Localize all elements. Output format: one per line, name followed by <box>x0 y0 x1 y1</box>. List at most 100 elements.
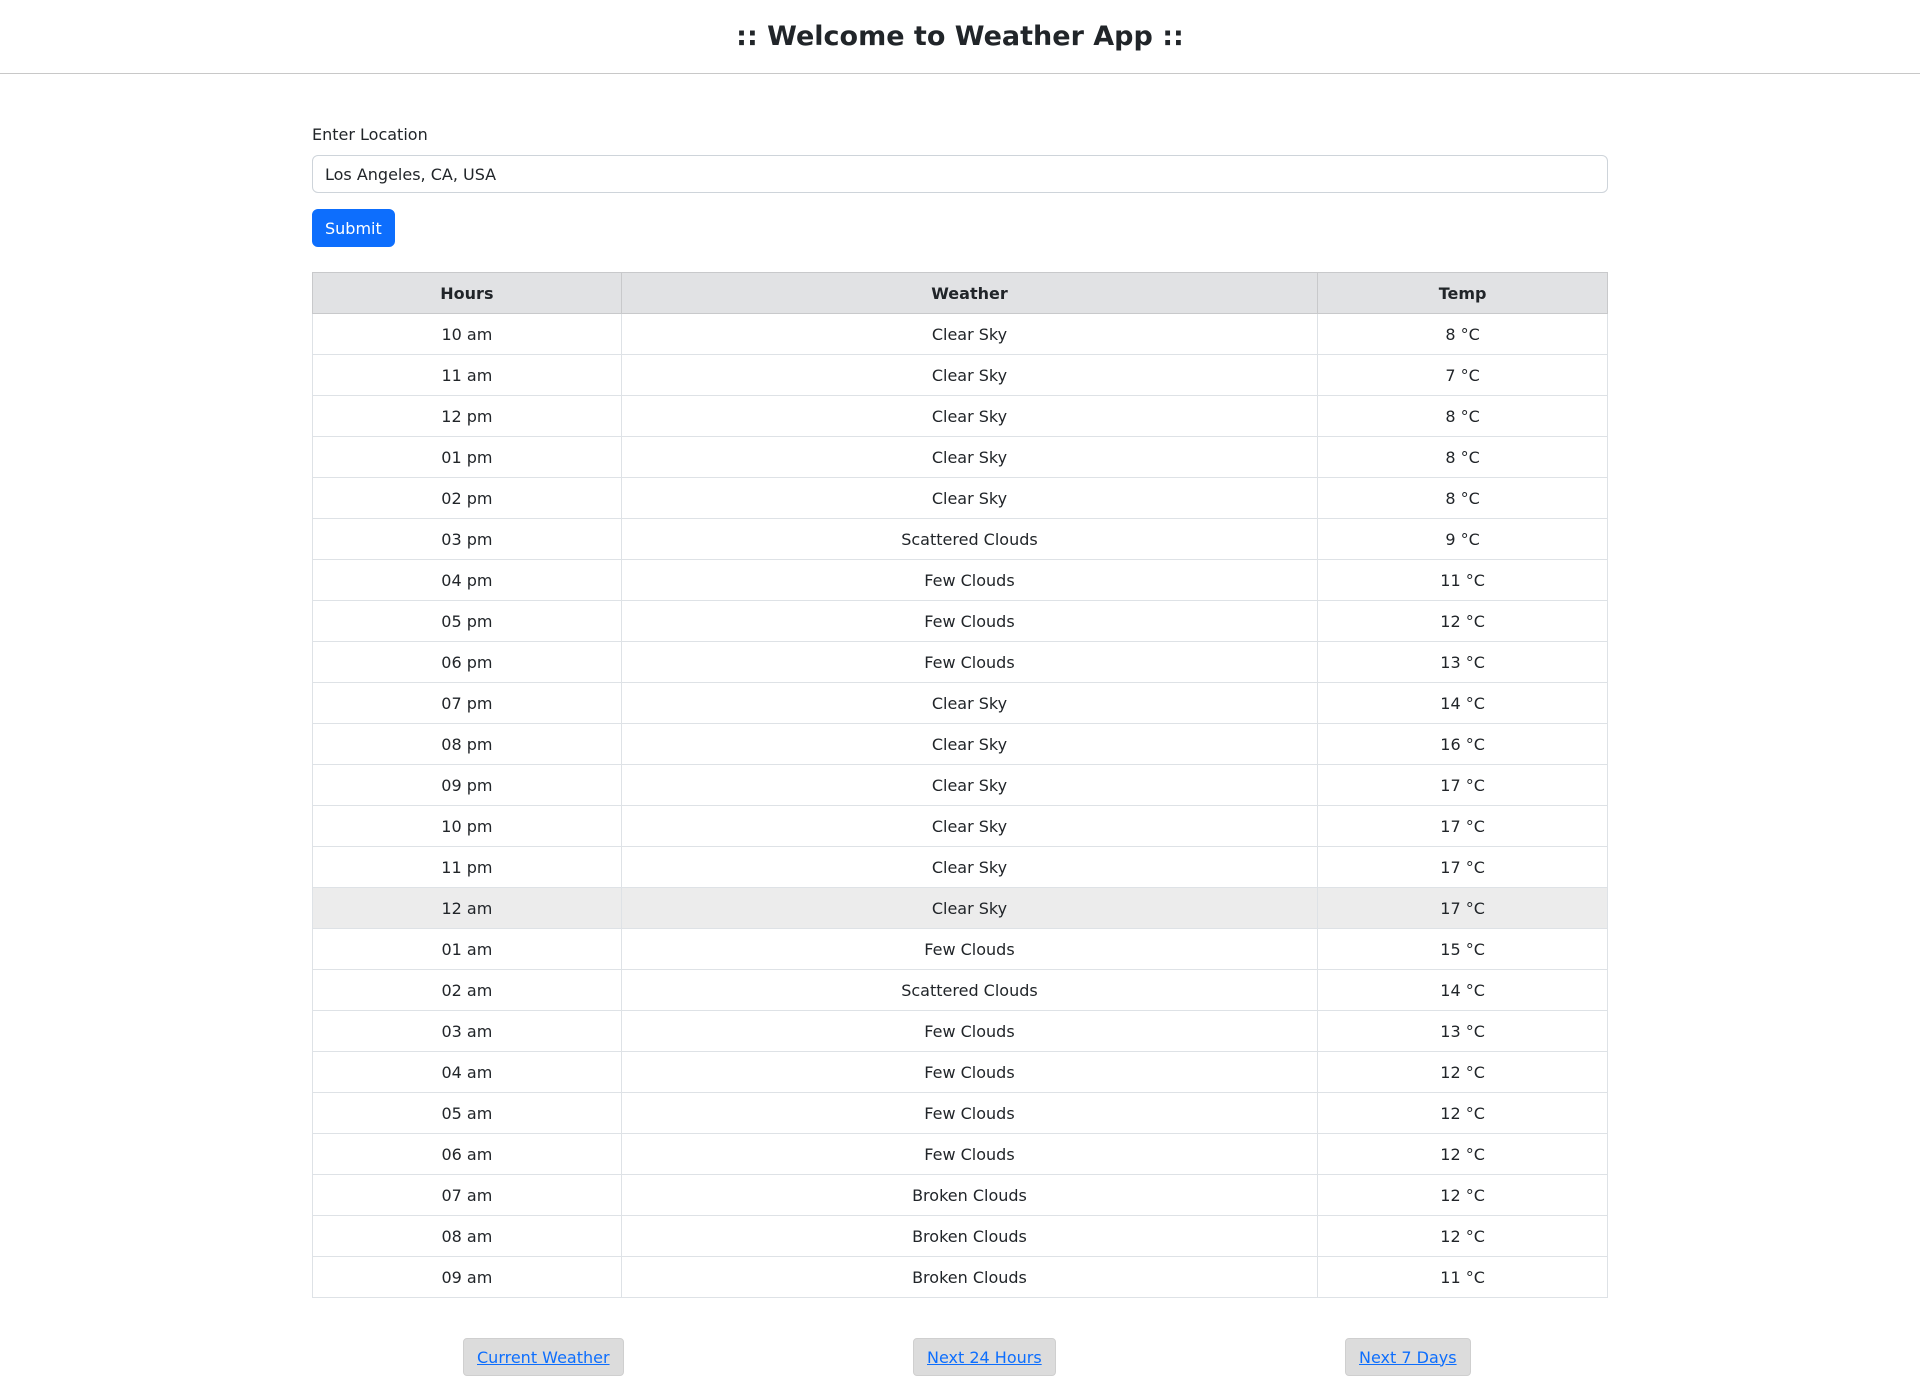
table-row: 07 am Broken Clouds 12 °C <box>312 1174 1608 1216</box>
table-row: 08 pm Clear Sky 16 °C <box>312 723 1608 765</box>
weather-cell: Few Clouds <box>620 600 1319 642</box>
temp-cell: 14 °C <box>1317 682 1608 724</box>
hour-cell: 05 am <box>312 1092 622 1134</box>
hour-cell: 08 am <box>312 1215 622 1257</box>
table-row: 04 am Few Clouds 12 °C <box>312 1051 1608 1093</box>
forecast-nav: Current Weather Next 24 Hours Next 7 Day… <box>312 1338 1608 1376</box>
table-row: 09 am Broken Clouds 11 °C <box>312 1256 1608 1298</box>
hour-cell: 12 am <box>312 887 622 929</box>
weather-cell: Few Clouds <box>620 641 1319 683</box>
temp-cell: 12 °C <box>1317 1051 1608 1093</box>
hour-cell: 11 am <box>312 354 622 396</box>
weather-cell: Clear Sky <box>620 682 1319 724</box>
temp-cell: 11 °C <box>1317 1256 1608 1298</box>
hour-cell: 07 pm <box>312 682 622 724</box>
hour-cell: 10 pm <box>312 805 622 847</box>
weather-cell: Broken Clouds <box>620 1174 1319 1216</box>
table-row: 01 pm Clear Sky 8 °C <box>312 436 1608 478</box>
table-row: 05 pm Few Clouds 12 °C <box>312 600 1608 642</box>
table-row: 09 pm Clear Sky 17 °C <box>312 764 1608 806</box>
table-header-row: Hours Weather Temp <box>312 272 1608 314</box>
weather-cell: Few Clouds <box>620 1051 1319 1093</box>
hour-cell: 02 am <box>312 969 622 1011</box>
hour-cell: 08 pm <box>312 723 622 765</box>
temp-cell: 15 °C <box>1317 928 1608 970</box>
table-row: 11 pm Clear Sky 17 °C <box>312 846 1608 888</box>
weather-cell: Clear Sky <box>620 723 1319 765</box>
weather-cell: Clear Sky <box>620 764 1319 806</box>
hour-cell: 12 pm <box>312 395 622 437</box>
table-row: 08 am Broken Clouds 12 °C <box>312 1215 1608 1257</box>
table-row: 12 pm Clear Sky 8 °C <box>312 395 1608 437</box>
weather-cell: Scattered Clouds <box>620 969 1319 1011</box>
temp-cell: 17 °C <box>1317 805 1608 847</box>
table-row: 03 pm Scattered Clouds 9 °C <box>312 518 1608 560</box>
weather-cell: Clear Sky <box>620 436 1319 478</box>
temp-cell: 14 °C <box>1317 969 1608 1011</box>
main-container: Enter Location Submit Hours Weather Temp… <box>312 74 1608 1376</box>
weather-cell: Clear Sky <box>620 477 1319 519</box>
table-row: 03 am Few Clouds 13 °C <box>312 1010 1608 1052</box>
temp-cell: 11 °C <box>1317 559 1608 601</box>
submit-button[interactable]: Submit <box>312 209 395 247</box>
weather-cell: Few Clouds <box>620 1010 1319 1052</box>
page-header: :: Welcome to Weather App :: <box>0 0 1920 74</box>
temp-cell: 12 °C <box>1317 1215 1608 1257</box>
temp-cell: 12 °C <box>1317 600 1608 642</box>
table-row: 12 am Clear Sky 17 °C <box>312 887 1608 929</box>
temp-cell: 17 °C <box>1317 764 1608 806</box>
temp-cell: 9 °C <box>1317 518 1608 560</box>
hour-cell: 06 am <box>312 1133 622 1175</box>
hour-cell: 01 am <box>312 928 622 970</box>
table-body: 10 am Clear Sky 8 °C 11 am Clear Sky 7 °C 12 p… <box>312 313 1608 1298</box>
column-header-hours: Hours <box>312 272 622 314</box>
hourly-weather-table: Hours Weather Temp 10 am Clear Sky 8 °C 11 … <box>312 272 1608 1298</box>
weather-cell: Clear Sky <box>620 805 1319 847</box>
table-row: 06 pm Few Clouds 13 °C <box>312 641 1608 683</box>
temp-cell: 8 °C <box>1317 313 1608 355</box>
location-input[interactable] <box>312 155 1608 193</box>
weather-cell: Broken Clouds <box>620 1256 1319 1298</box>
location-label: Enter Location <box>312 125 428 144</box>
hour-cell: 04 pm <box>312 559 622 601</box>
hour-cell: 04 am <box>312 1051 622 1093</box>
hour-cell: 02 pm <box>312 477 622 519</box>
current-weather-link[interactable]: Current Weather <box>463 1338 624 1376</box>
table-row: 02 pm Clear Sky 8 °C <box>312 477 1608 519</box>
page-title: :: Welcome to Weather App :: <box>736 21 1184 52</box>
weather-cell: Few Clouds <box>620 928 1319 970</box>
temp-cell: 16 °C <box>1317 723 1608 765</box>
table-row: 05 am Few Clouds 12 °C <box>312 1092 1608 1134</box>
hour-cell: 09 am <box>312 1256 622 1298</box>
weather-cell: Broken Clouds <box>620 1215 1319 1257</box>
hour-cell: 09 pm <box>312 764 622 806</box>
temp-cell: 12 °C <box>1317 1133 1608 1175</box>
temp-cell: 8 °C <box>1317 395 1608 437</box>
next-24-hours-link[interactable]: Next 24 Hours <box>913 1338 1056 1376</box>
column-header-temp: Temp <box>1317 272 1608 314</box>
weather-cell: Scattered Clouds <box>620 518 1319 560</box>
temp-cell: 8 °C <box>1317 477 1608 519</box>
weather-cell: Clear Sky <box>620 887 1319 929</box>
temp-cell: 17 °C <box>1317 846 1608 888</box>
hour-cell: 05 pm <box>312 600 622 642</box>
temp-cell: 8 °C <box>1317 436 1608 478</box>
hour-cell: 01 pm <box>312 436 622 478</box>
table-row: 06 am Few Clouds 12 °C <box>312 1133 1608 1175</box>
temp-cell: 13 °C <box>1317 1010 1608 1052</box>
column-header-weather: Weather <box>620 272 1319 314</box>
table-row: 10 pm Clear Sky 17 °C <box>312 805 1608 847</box>
next-7-days-link[interactable]: Next 7 Days <box>1345 1338 1471 1376</box>
temp-cell: 17 °C <box>1317 887 1608 929</box>
hour-cell: 11 pm <box>312 846 622 888</box>
hour-cell: 06 pm <box>312 641 622 683</box>
table-row: 02 am Scattered Clouds 14 °C <box>312 969 1608 1011</box>
weather-cell: Clear Sky <box>620 395 1319 437</box>
weather-cell: Few Clouds <box>620 1133 1319 1175</box>
hour-cell: 03 pm <box>312 518 622 560</box>
weather-cell: Clear Sky <box>620 846 1319 888</box>
hour-cell: 03 am <box>312 1010 622 1052</box>
temp-cell: 7 °C <box>1317 354 1608 396</box>
table-row: 01 am Few Clouds 15 °C <box>312 928 1608 970</box>
temp-cell: 13 °C <box>1317 641 1608 683</box>
